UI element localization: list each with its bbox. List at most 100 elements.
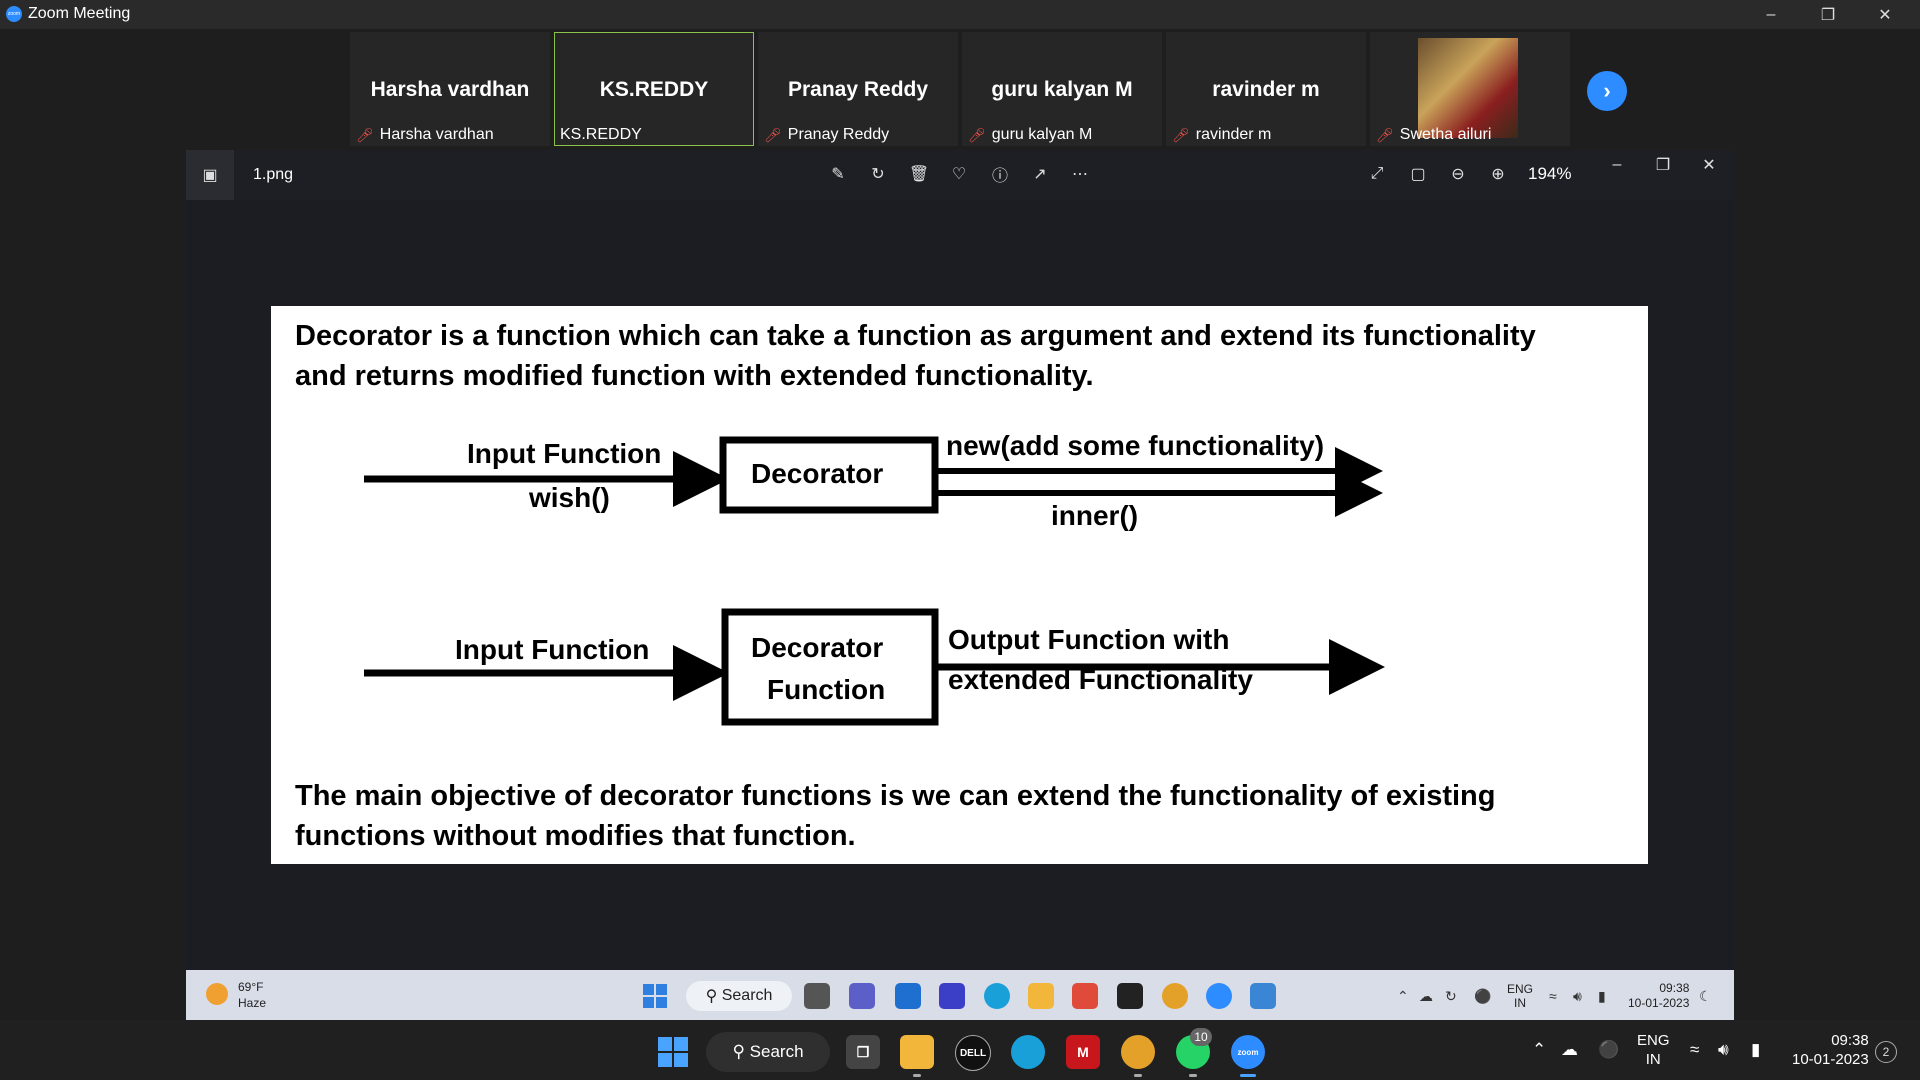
photos-taskbar-icon bbox=[1250, 983, 1276, 1009]
microphone-icon: ⚫ bbox=[1474, 988, 1492, 1004]
task-view-icon bbox=[804, 983, 830, 1009]
tray-overflow-icon[interactable]: ⌃ bbox=[1532, 1040, 1546, 1060]
edit-icon[interactable]: ✎ bbox=[825, 163, 851, 185]
mic-muted-icon: 🎤︎ bbox=[764, 126, 782, 143]
volume-icon[interactable]: 🔊︎ bbox=[1718, 1040, 1729, 1060]
diagram2-box-line2: Function bbox=[767, 674, 886, 705]
participant-name-label: guru kalyan M bbox=[991, 126, 1093, 143]
dell-icon[interactable]: DELL bbox=[955, 1035, 991, 1071]
mic-muted-icon: 🎤︎ bbox=[356, 126, 374, 143]
participant-name-label: KS.REDDY bbox=[560, 126, 642, 143]
language-indicator[interactable]: ENG IN bbox=[1637, 1031, 1670, 1069]
next-page-chevron-icon[interactable]: › bbox=[1587, 71, 1627, 111]
window-title: Zoom Meeting bbox=[28, 5, 131, 22]
participant-avatar bbox=[1418, 38, 1518, 138]
favorite-icon[interactable]: ♡ bbox=[946, 163, 972, 185]
whiteboard-icon bbox=[939, 983, 965, 1009]
participant-tile[interactable]: 🎤︎ Swetha ailuri bbox=[1370, 32, 1570, 146]
mic-muted-icon: 🎤︎ bbox=[1376, 126, 1394, 143]
more-icon[interactable]: ⋯ bbox=[1067, 163, 1093, 185]
file-explorer-icon bbox=[1028, 983, 1054, 1009]
mic-muted-icon: 🎤︎ bbox=[1172, 126, 1190, 143]
participant-name-label: Harsha vardhan bbox=[379, 126, 494, 143]
photos-minimize-button[interactable]: – bbox=[1604, 154, 1630, 176]
photos-app-icon[interactable]: ▣ bbox=[186, 150, 234, 200]
weather-sun-icon bbox=[206, 983, 228, 1005]
diagram1-input-label: Input Function bbox=[467, 438, 662, 469]
focus-moon-icon: ☾ bbox=[1699, 988, 1712, 1004]
diagram1-output-sub: inner() bbox=[1051, 500, 1139, 531]
restore-button[interactable]: ❐ bbox=[1805, 0, 1851, 29]
teams-icon bbox=[849, 983, 875, 1009]
chrome-icon[interactable] bbox=[1121, 1035, 1155, 1077]
zoom-app-icon bbox=[1206, 983, 1232, 1009]
photos-close-button[interactable]: ✕ bbox=[1696, 154, 1722, 176]
volume-icon: 🔊︎ bbox=[1573, 988, 1582, 1004]
edge-icon[interactable] bbox=[1011, 1035, 1045, 1069]
zoom-logo-icon: zoom bbox=[6, 6, 22, 22]
diagram2-output-line2: extended Functionality bbox=[948, 664, 1253, 695]
taskbar-search[interactable]: ⚲ Search bbox=[706, 1032, 830, 1072]
participant-display-name: Pranay Reddy bbox=[787, 78, 929, 101]
participant-display-name: KS.REDDY bbox=[599, 78, 709, 101]
mail-icon bbox=[895, 983, 921, 1009]
minimize-button[interactable]: – bbox=[1748, 0, 1794, 29]
expand-icon[interactable]: ⤢ bbox=[1364, 163, 1390, 185]
search-label: Search bbox=[721, 987, 773, 1004]
diagram2-box-line1: Decorator bbox=[751, 632, 884, 663]
outro-text-line2: functions without modifies that function… bbox=[295, 820, 856, 852]
diagram1-input-sub: wish() bbox=[529, 482, 610, 513]
participant-name-label: ravinder m bbox=[1195, 126, 1272, 143]
task-view-icon[interactable]: ❐ bbox=[846, 1035, 880, 1069]
shared-start-icon bbox=[643, 984, 667, 1008]
search-label: Search bbox=[749, 1042, 804, 1061]
microphone-icon[interactable]: ⚫ bbox=[1598, 1040, 1619, 1060]
zoom-out-icon[interactable]: ⊖ bbox=[1445, 163, 1471, 185]
sync-icon: ↻ bbox=[1445, 988, 1457, 1004]
edge-icon bbox=[984, 983, 1010, 1009]
participant-strip bbox=[0, 29, 1920, 150]
tray-overflow-icon: ⌃ bbox=[1397, 988, 1409, 1004]
shared-clock: 09:38 10-01-2023 bbox=[1628, 981, 1690, 1010]
terminal-icon bbox=[1117, 983, 1143, 1009]
cloud-icon: ☁ bbox=[1419, 988, 1433, 1004]
rotate-icon[interactable]: ↻ bbox=[865, 163, 891, 185]
diagram2-input-label: Input Function bbox=[455, 634, 650, 665]
share-icon[interactable]: ↗ bbox=[1027, 163, 1053, 185]
zoom-title-bar bbox=[0, 0, 1920, 29]
taskbar-clock[interactable]: 09:38 10-01-2023 bbox=[1792, 1031, 1869, 1069]
language-indicator: ENG IN bbox=[1507, 982, 1534, 1010]
participant-display-name: guru kalyan M bbox=[991, 78, 1133, 101]
participant-tile[interactable]: ravinder m 🎤︎ ravinder m bbox=[1166, 32, 1366, 146]
participant-tile-active-speaker[interactable]: KS.REDDY KS.REDDY bbox=[554, 32, 754, 146]
fit-icon[interactable]: ▢ bbox=[1405, 163, 1431, 185]
notification-count[interactable]: 2 bbox=[1875, 1041, 1897, 1063]
start-button[interactable] bbox=[658, 1037, 688, 1067]
zoom-level[interactable]: 194% bbox=[1528, 164, 1571, 184]
search-icon: ⚲ bbox=[732, 1042, 750, 1061]
weather-condition: Haze bbox=[238, 996, 267, 1010]
delete-icon[interactable]: 🗑︎ bbox=[906, 163, 932, 185]
onedrive-icon[interactable]: ☁ bbox=[1561, 1040, 1578, 1060]
participant-name-label: Pranay Reddy bbox=[787, 126, 890, 143]
info-icon[interactable]: ⓘ bbox=[987, 163, 1013, 185]
participant-tile[interactable]: Harsha vardhan 🎤︎ Harsha vardhan bbox=[350, 32, 550, 146]
chrome-icon bbox=[1162, 983, 1188, 1009]
slide-image: Decorator is a function which can take a… bbox=[271, 306, 1648, 864]
search-icon: ⚲ bbox=[705, 988, 722, 1005]
photos-restore-button[interactable]: ❐ bbox=[1650, 154, 1676, 176]
participant-tile[interactable]: Pranay Reddy 🎤︎ Pranay Reddy bbox=[758, 32, 958, 146]
wifi-icon[interactable]: ≈ bbox=[1690, 1040, 1699, 1060]
close-button[interactable]: ✕ bbox=[1862, 0, 1908, 29]
weather-temperature: 69°F bbox=[238, 980, 264, 994]
participant-tile[interactable]: guru kalyan M 🎤︎ guru kalyan M bbox=[962, 32, 1162, 146]
zoom-taskbar-icon[interactable]: zoom bbox=[1231, 1035, 1265, 1077]
file-name: 1.png bbox=[253, 166, 294, 183]
zoom-in-icon[interactable]: ⊕ bbox=[1485, 163, 1511, 185]
whatsapp-badge: 10 bbox=[1190, 1028, 1212, 1046]
file-explorer-icon[interactable] bbox=[900, 1035, 934, 1077]
battery-icon[interactable]: ▮ bbox=[1751, 1040, 1760, 1060]
diagram1-output-label: new(add some functionality) bbox=[946, 430, 1325, 461]
participant-display-name: Harsha vardhan bbox=[370, 78, 530, 101]
mcafee-icon[interactable]: M bbox=[1066, 1035, 1100, 1069]
